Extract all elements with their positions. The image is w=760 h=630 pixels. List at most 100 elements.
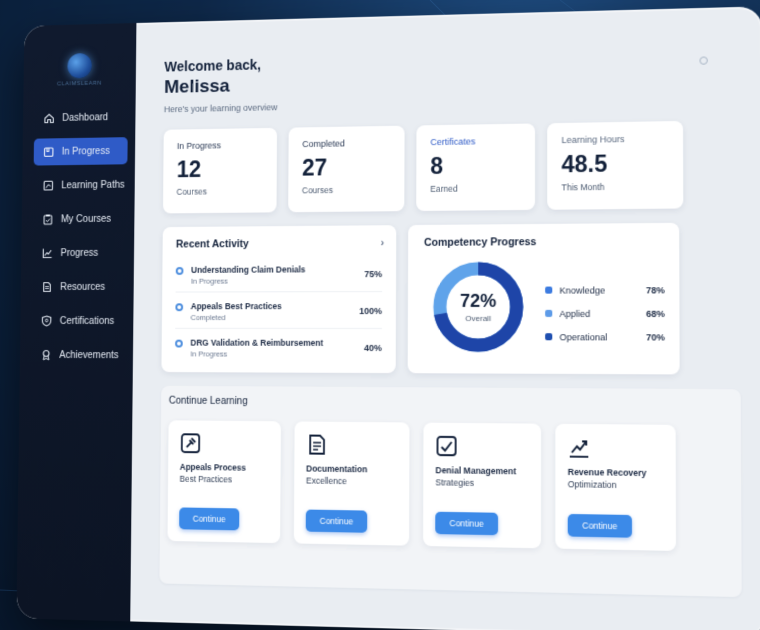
sidebar-item-label: Achievements [59,350,118,361]
legend-value: 78% [646,285,665,295]
activity-title: DRG Validation & Reimbursement [190,338,356,348]
sidebar-item-label: My Courses [61,213,111,224]
stat-card-certificates[interactable]: Certificates 8 Earned [416,123,535,211]
stat-card-completed[interactable]: Completed 27 Courses [288,126,404,213]
course-card-denial-management[interactable]: Denial Management Strategies Continue [423,423,541,549]
legend-swatch [545,287,552,294]
course-card-appeals[interactable]: Appeals Process Best Practices Continue [167,420,280,543]
continue-button[interactable]: Continue [306,510,368,533]
sidebar-item-label: Resources [60,282,105,293]
sidebar-item-dashboard[interactable]: Dashboard [34,103,128,132]
activity-item[interactable]: DRG Validation & Reimbursement In Progre… [175,329,382,365]
course-subtitle: Excellence [306,476,397,487]
stat-label: Completed [302,138,390,149]
sidebar-item-label: Learning Paths [61,179,124,190]
card-title: Competency Progress [424,235,663,249]
activity-status: In Progress [190,350,356,359]
legend-swatch [545,310,552,317]
activity-title: Understanding Claim Denials [191,264,356,275]
course-title: Denial Management [435,465,528,476]
logo: CLAIMSLEARN [24,52,137,88]
activity-item[interactable]: Appeals Best Practices Completed 100% [175,292,382,329]
logo-text: CLAIMSLEARN [57,81,102,88]
gavel-icon [180,432,201,454]
sidebar-item-label: In Progress [62,146,110,157]
course-subtitle: Best Practices [180,474,269,485]
chart-icon [42,247,53,259]
activity-percent: 75% [364,269,382,279]
status-dot-icon [175,303,183,311]
document-icon [41,281,52,293]
continue-button[interactable]: Continue [435,512,498,535]
trend-up-icon [568,436,591,459]
check-chart-icon [435,435,457,457]
sidebar-item-label: Progress [60,248,98,259]
competency-legend: Knowledge 78% Applied 68% Operational 70… [545,278,665,349]
stats-row: In Progress 12 Courses Completed 27 Cour… [163,120,740,213]
overall-percent: 72% [460,291,496,312]
sidebar-item-label: Certifications [60,316,115,327]
course-subtitle: Strategies [435,477,528,488]
legend-item: Applied 68% [545,302,665,326]
stat-card-in-progress[interactable]: In Progress 12 Courses [163,128,277,214]
sidebar-item-my-courses[interactable]: My Courses [33,205,127,233]
stat-label: In Progress [177,140,264,151]
legend-name: Applied [559,308,646,318]
settings-dot-icon[interactable] [699,56,707,64]
course-title: Appeals Process [180,462,269,473]
home-icon [43,112,54,124]
stat-value: 27 [302,154,391,182]
legend-name: Knowledge [559,285,646,295]
course-title: Revenue Recovery [568,467,663,479]
activity-item[interactable]: Understanding Claim Denials In Progress … [176,255,383,292]
shield-icon [41,315,52,327]
activity-text: Understanding Claim Denials In Progress [191,264,357,285]
legend-value: 68% [646,308,665,318]
sidebar-item-certifications[interactable]: Certifications [31,307,125,334]
stat-value: 8 [430,152,521,180]
status-dot-icon [175,340,183,348]
trophy-icon [40,349,51,361]
stat-label: Certificates [430,136,520,147]
sidebar: CLAIMSLEARN Dashboard In Progress Learni… [17,23,137,621]
course-card-documentation[interactable]: Documentation Excellence Continue [294,421,410,545]
activity-text: Appeals Best Practices Completed [191,301,352,322]
activity-percent: 100% [359,306,382,316]
stat-value: 48.5 [561,150,668,179]
course-card-revenue-recovery[interactable]: Revenue Recovery Optimization Continue [555,424,676,551]
activity-status: Completed [191,313,352,322]
legend-item: Knowledge 78% [545,278,665,302]
sidebar-item-in-progress[interactable]: In Progress [34,137,128,165]
course-title: Documentation [306,463,397,474]
sidebar-item-learning-paths[interactable]: Learning Paths [33,171,127,199]
stat-card-learning-hours[interactable]: Learning Hours 48.5 This Month [547,121,683,210]
course-subtitle: Optimization [568,479,664,491]
stat-sub: Courses [176,186,263,197]
sidebar-item-progress[interactable]: Progress [32,239,126,267]
stat-value: 12 [177,155,264,183]
competency-progress-card: Competency Progress 72% Overall Knowledg… [408,223,680,375]
legend-value: 70% [646,332,665,342]
overview-row: Recent Activity › Understanding Claim De… [161,222,740,374]
sidebar-item-label: Dashboard [62,112,108,123]
course-row: Appeals Process Best Practices Continue … [167,420,741,552]
card-title: Recent Activity [176,237,382,250]
main-content: Welcome back, Melissa Here's your learni… [130,6,760,630]
sidebar-item-resources[interactable]: Resources [32,273,126,300]
activity-title: Appeals Best Practices [191,301,352,311]
stat-sub: This Month [561,181,668,192]
competency-donut: 72% Overall [430,258,527,355]
stat-sub: Earned [430,183,521,194]
activity-text: DRG Validation & Reimbursement In Progre… [190,338,356,359]
sidebar-item-achievements[interactable]: Achievements [31,341,125,369]
activity-percent: 40% [364,343,382,353]
continue-learning-section: Continue Learning Appeals Process Best P… [159,386,741,597]
continue-button[interactable]: Continue [179,507,239,530]
legend-swatch [545,333,552,340]
stat-sub: Courses [302,184,391,195]
logo-mark [67,53,92,79]
chevron-right-icon[interactable]: › [381,237,385,249]
status-dot-icon [176,267,184,275]
continue-button[interactable]: Continue [568,514,632,538]
path-icon [43,180,54,192]
